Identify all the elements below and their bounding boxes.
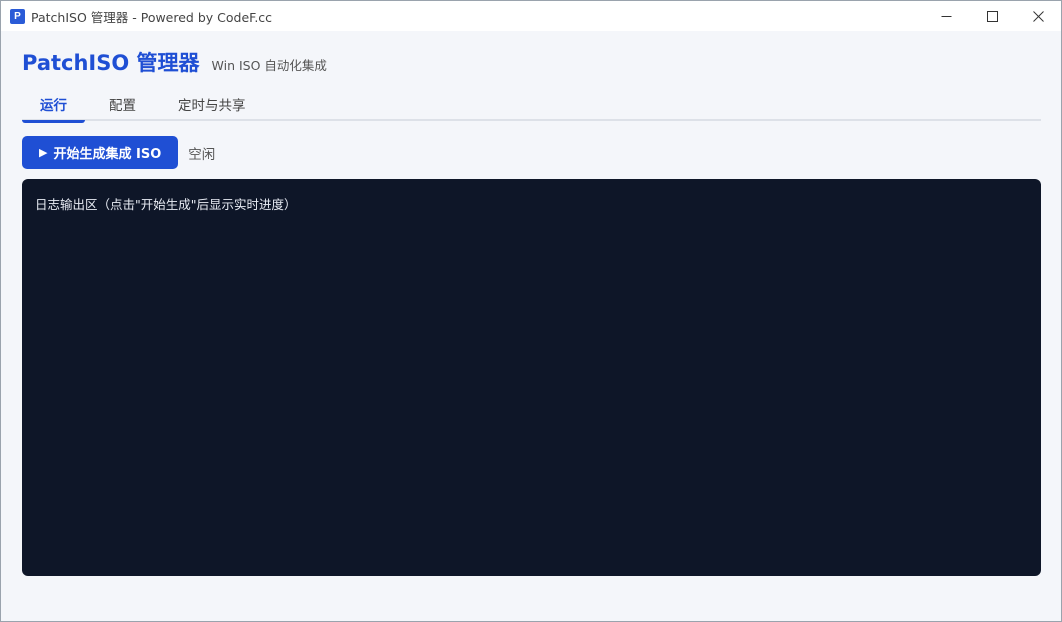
window-controls	[923, 1, 1061, 31]
app-header: PatchISO 管理器 Win ISO 自动化集成	[22, 47, 327, 77]
window-title: PatchISO 管理器 - Powered by CodeF.cc	[31, 9, 273, 25]
maximize-icon	[986, 10, 998, 22]
app-icon: P	[10, 8, 25, 24]
app-subtitle: Win ISO 自动化集成	[211, 58, 327, 73]
status-text: 空闲	[188, 146, 216, 163]
close-button[interactable]	[1015, 1, 1061, 31]
log-output-panel[interactable]: 日志输出区（点击"开始生成"后显示实时进度）	[22, 179, 1041, 576]
action-row: ▶ 开始生成集成 ISO 空闲	[22, 136, 215, 169]
start-build-button[interactable]: ▶ 开始生成集成 ISO	[22, 136, 179, 169]
maximize-button[interactable]	[969, 1, 1015, 31]
app-title: PatchISO 管理器	[22, 51, 200, 75]
tab-config[interactable]: 配置	[91, 87, 154, 121]
minimize-button[interactable]	[923, 1, 969, 31]
tab-run[interactable]: 运行	[22, 87, 85, 123]
start-build-label: 开始生成集成 ISO	[53, 147, 162, 162]
play-icon: ▶	[39, 146, 48, 159]
minimize-icon	[941, 15, 951, 17]
app-window: P PatchISO 管理器 - Powered by CodeF.cc Pat…	[0, 0, 1062, 622]
title-bar[interactable]: P PatchISO 管理器 - Powered by CodeF.cc	[1, 1, 1061, 31]
log-placeholder-text: 日志输出区（点击"开始生成"后显示实时进度）	[35, 197, 297, 212]
tab-bar: 运行 配置 定时与共享	[22, 87, 1041, 123]
close-icon	[1032, 10, 1044, 22]
tab-schedule-share[interactable]: 定时与共享	[160, 87, 264, 121]
